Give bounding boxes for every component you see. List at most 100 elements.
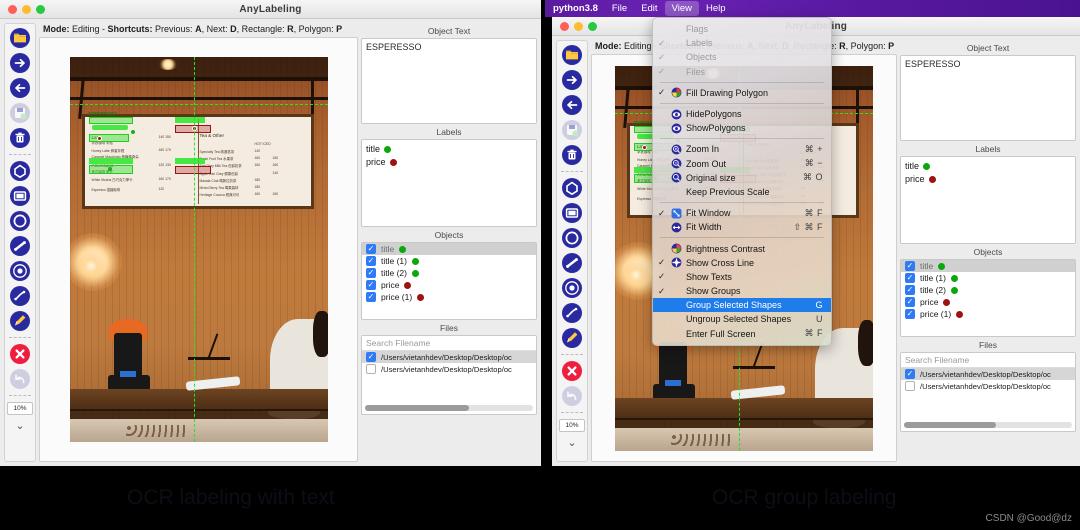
zoom-level-field[interactable]: 10% xyxy=(559,419,585,432)
file-row[interactable]: /Users/vietanhdev/Desktop/Desktop/oc xyxy=(901,380,1075,392)
object-checkbox[interactable] xyxy=(366,280,376,290)
maximize-button[interactable] xyxy=(588,21,597,31)
object-row[interactable]: title (1) xyxy=(901,272,1075,284)
search-filename-input[interactable]: Search Filename xyxy=(362,336,536,351)
menu-item-fit-window[interactable]: ✓ Fit Window ⌘ F xyxy=(653,206,831,220)
anylabeling-window-left[interactable]: AnyLabeling 10% ⌄ Mode: Editing - Shortcu… xyxy=(0,0,541,466)
object-row[interactable]: title (2) xyxy=(362,267,536,279)
menu-item-fill-drawing-polygon[interactable]: ✓ Fill Drawing Polygon xyxy=(653,86,831,100)
view-menu-dropdown[interactable]: Flags ✓ Labels ✓ Objects ✓ Files ✓ Fill … xyxy=(652,17,832,346)
line-icon[interactable] xyxy=(9,235,31,257)
files-list[interactable]: /Users/vietanhdev/Desktop/Desktop/oc /Us… xyxy=(901,368,1075,422)
annotation-vertex[interactable] xyxy=(107,167,112,171)
menu-item-zoom-out[interactable]: Zoom Out ⌘ − xyxy=(653,157,831,171)
object-row[interactable]: price (1) xyxy=(901,308,1075,320)
object-row[interactable]: title (1) xyxy=(362,255,536,267)
annotation-price-box[interactable] xyxy=(174,166,211,174)
close-button[interactable] xyxy=(8,4,17,14)
menubar-item-file[interactable]: File xyxy=(605,1,634,16)
line-icon[interactable] xyxy=(561,252,583,274)
open-folder-icon[interactable] xyxy=(561,44,583,66)
maximize-button[interactable] xyxy=(36,4,45,14)
label-item[interactable]: price xyxy=(366,156,532,169)
files-horizontal-scrollbar[interactable] xyxy=(904,422,1072,428)
menubar-item-view[interactable]: View xyxy=(664,1,699,16)
menu-item-enter-full-screen[interactable]: Enter Full Screen ⌘ F xyxy=(653,327,831,341)
annotation-title-fill[interactable] xyxy=(88,158,133,164)
minimize-button[interactable] xyxy=(22,4,31,14)
objects-list[interactable]: title title (1) title (2) price price (1… xyxy=(900,259,1076,337)
object-row[interactable]: price xyxy=(362,279,536,291)
menu-item-zoom-in[interactable]: Zoom In ⌘ + xyxy=(653,142,831,156)
file-row[interactable]: /Users/vietanhdev/Desktop/Desktop/oc xyxy=(362,351,536,363)
image-canvas-left[interactable]: Latte拿铁咖啡 拿鐵Honey Latte 蜂蜜拿鐵Caramel Macc… xyxy=(39,37,358,462)
labeled-photo[interactable]: Latte拿铁咖啡 拿鐵Honey Latte 蜂蜜拿鐵Caramel Macc… xyxy=(69,57,328,442)
annotation-title-box[interactable] xyxy=(88,117,133,124)
point-icon[interactable] xyxy=(9,260,31,282)
object-checkbox[interactable] xyxy=(366,256,376,266)
files-horizontal-scrollbar[interactable] xyxy=(365,405,533,411)
menu-item-group-selected-shapes[interactable]: Group Selected Shapes G xyxy=(653,298,831,313)
close-button[interactable] xyxy=(560,21,569,31)
rectangle-icon[interactable] xyxy=(9,185,31,207)
tool-palette-left[interactable]: 10% ⌄ xyxy=(4,23,36,462)
files-list[interactable]: /Users/vietanhdev/Desktop/Desktop/oc /Us… xyxy=(362,351,536,405)
prev-image-icon[interactable] xyxy=(9,77,31,99)
menu-item-objects[interactable]: ✓ Objects xyxy=(653,50,831,64)
menu-item-show-groups[interactable]: ✓ Show Groups xyxy=(653,284,831,298)
object-row[interactable]: title xyxy=(901,260,1075,272)
minimize-button[interactable] xyxy=(574,21,583,31)
delete-icon[interactable] xyxy=(561,144,583,166)
edit-icon[interactable] xyxy=(9,310,31,332)
traffic-lights-right[interactable] xyxy=(552,21,597,31)
open-folder-icon[interactable] xyxy=(9,27,31,49)
annotation-handle[interactable] xyxy=(642,144,647,150)
menu-item-flags[interactable]: Flags xyxy=(653,22,831,36)
annotation-title-fill[interactable] xyxy=(91,125,128,130)
label-item[interactable]: title xyxy=(366,143,532,156)
right-dock-left[interactable]: Object Text ESPERESSO Labels title price… xyxy=(361,23,537,462)
object-checkbox[interactable] xyxy=(905,261,915,271)
object-checkbox[interactable] xyxy=(366,268,376,278)
menu-item-brightness-contrast[interactable]: Brightness Contrast xyxy=(653,241,831,255)
menubar-item-help[interactable]: Help xyxy=(699,1,733,16)
annotation-price-fill[interactable] xyxy=(174,117,205,123)
edit-icon[interactable] xyxy=(561,327,583,349)
file-row[interactable]: /Users/vietanhdev/Desktop/Desktop/oc xyxy=(362,363,536,375)
object-checkbox[interactable] xyxy=(366,244,376,254)
menu-item-show-cross-line[interactable]: ✓ Show Cross Line xyxy=(653,256,831,270)
undo-icon[interactable] xyxy=(9,368,31,390)
delete-icon[interactable] xyxy=(9,127,31,149)
object-text-input[interactable]: ESPERESSO xyxy=(900,55,1076,141)
menu-item-showpolygons[interactable]: ShowPolygons xyxy=(653,121,831,135)
file-row[interactable]: /Users/vietanhdev/Desktop/Desktop/oc xyxy=(901,368,1075,380)
menubar-app-name[interactable]: python3.8 xyxy=(551,1,605,16)
menu-item-fit-width[interactable]: Fit Width ⇧ ⌘ F xyxy=(653,220,831,234)
linestrip-icon[interactable] xyxy=(9,285,31,307)
point-icon[interactable] xyxy=(561,277,583,299)
menu-item-labels[interactable]: ✓ Labels xyxy=(653,36,831,50)
linestrip-icon[interactable] xyxy=(561,302,583,324)
files-panel[interactable]: Search Filename /Users/vietanhdev/Deskto… xyxy=(361,335,537,415)
labels-list[interactable]: title price xyxy=(900,156,1076,244)
objects-list[interactable]: title title (1) title (2) price price (1… xyxy=(361,242,537,320)
circle-icon[interactable] xyxy=(9,210,31,232)
circle-icon[interactable] xyxy=(561,227,583,249)
object-checkbox[interactable] xyxy=(905,273,915,283)
cancel-icon[interactable] xyxy=(9,343,31,365)
object-checkbox[interactable] xyxy=(905,309,915,319)
file-checkbox[interactable] xyxy=(366,352,376,362)
menubar-item-edit[interactable]: Edit xyxy=(634,1,664,16)
file-checkbox[interactable] xyxy=(905,381,915,391)
polygon-icon[interactable] xyxy=(561,177,583,199)
save-icon[interactable] xyxy=(561,119,583,141)
object-row[interactable]: price (1) xyxy=(362,291,536,303)
menu-item-files[interactable]: ✓ Files xyxy=(653,65,831,79)
polygon-icon[interactable] xyxy=(9,160,31,182)
zoom-level-field[interactable]: 10% xyxy=(7,402,33,415)
menu-item-keep-previous-scale[interactable]: Keep Previous Scale xyxy=(653,185,831,199)
menu-item-ungroup-selected-shapes[interactable]: Ungroup Selected Shapes U xyxy=(653,312,831,326)
right-dock-right[interactable]: Object Text ESPERESSO Labels title price… xyxy=(900,40,1076,462)
annotation-vertex[interactable] xyxy=(130,130,135,134)
object-row[interactable]: title (2) xyxy=(901,284,1075,296)
